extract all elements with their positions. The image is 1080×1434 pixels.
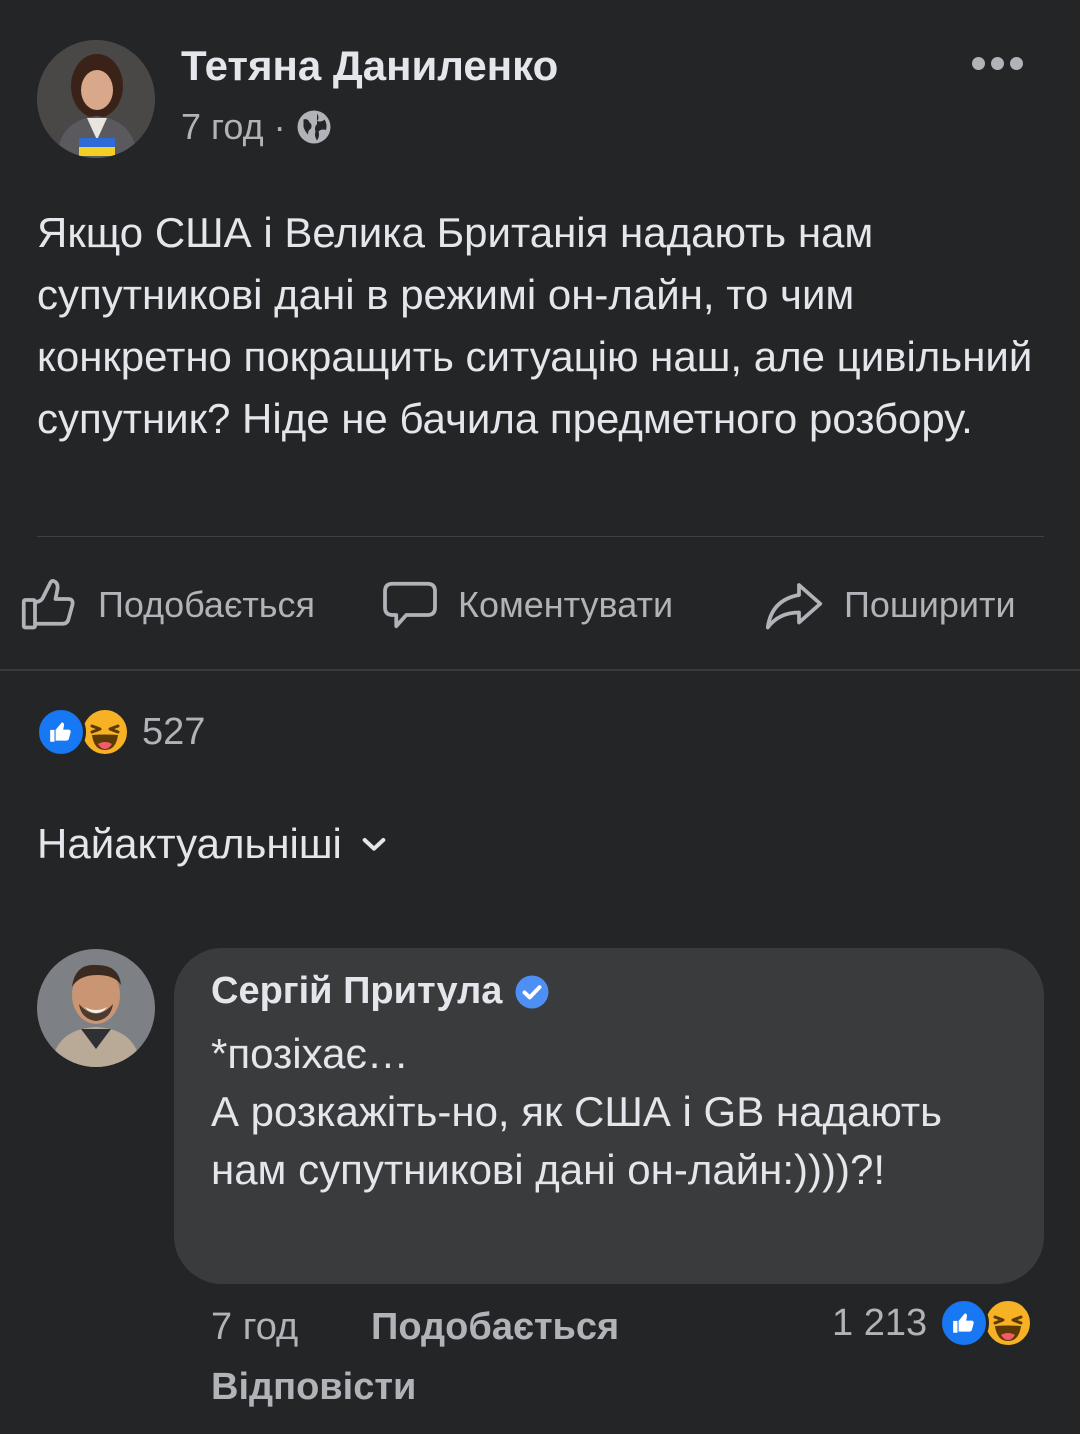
globe-icon — [296, 109, 332, 145]
comment-author: Сергій Притула — [211, 970, 550, 1013]
comment-icon — [380, 575, 440, 635]
meta-separator: · — [273, 106, 286, 147]
comment-author-name[interactable]: Сергій Притула — [211, 970, 502, 1013]
comment-author-avatar[interactable] — [37, 949, 155, 1067]
verified-badge-icon — [514, 974, 550, 1010]
sort-label: Найактуальніші — [37, 820, 342, 867]
post-time[interactable]: 7 год — [181, 106, 264, 148]
post-text: Якщо США і Велика Британія надають нам с… — [37, 209, 1033, 442]
comment-reply-button[interactable]: Відповісти — [211, 1366, 416, 1409]
reaction-count: 527 — [142, 710, 206, 753]
share-button[interactable]: Поширити — [762, 560, 1016, 650]
post-author-name[interactable]: Тетяна Даниленко — [181, 42, 558, 90]
like-button[interactable]: Подобається — [20, 560, 315, 650]
like-reaction-icon — [36, 707, 86, 757]
comment-reactions[interactable]: 1 213 — [832, 1298, 1034, 1348]
comment-reaction-count: 1 213 — [832, 1301, 928, 1344]
divider — [37, 536, 1044, 537]
like-label: Подобається — [98, 584, 316, 625]
chevron-down-icon — [358, 828, 390, 860]
post-meta: 7 год · — [181, 106, 332, 148]
reactions-summary[interactable]: 527 — [36, 706, 205, 758]
comment-like-button[interactable]: Подобається — [371, 1306, 619, 1349]
more-options-icon[interactable] — [972, 52, 1026, 74]
comment-label: Коментувати — [458, 584, 674, 625]
like-reaction-icon — [939, 1298, 990, 1348]
comment-button[interactable]: Коментувати — [380, 560, 673, 650]
comment-time[interactable]: 7 год — [211, 1306, 298, 1349]
comment-text: *позіхає… А розкажіть-но, як США і GB на… — [211, 1030, 943, 1193]
share-icon — [762, 575, 826, 635]
haha-reaction-icon — [983, 1298, 1034, 1348]
haha-reaction-icon — [80, 707, 130, 757]
post-author-avatar[interactable] — [37, 40, 155, 158]
comment-sort-dropdown[interactable]: Найактуальніші — [37, 820, 390, 868]
divider — [0, 669, 1080, 671]
share-label: Поширити — [844, 584, 1016, 625]
thumbs-up-icon — [20, 575, 80, 635]
